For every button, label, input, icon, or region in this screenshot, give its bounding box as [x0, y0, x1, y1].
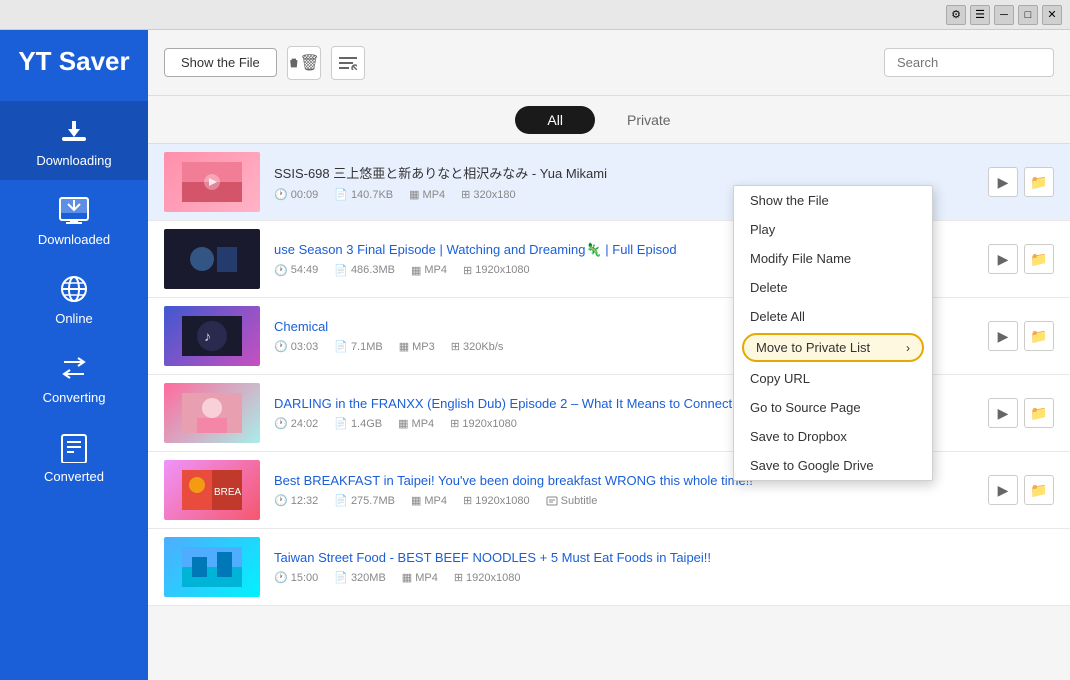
format-6: ▦ MP4 [402, 571, 438, 584]
folder-btn-2[interactable]: 📁 [1024, 244, 1054, 274]
duration-3: 🕐 03:03 [274, 340, 318, 353]
delete-button[interactable]: 🗑 [287, 46, 321, 80]
app-title: YT Saver [18, 46, 129, 77]
format-3: ▦ MP3 [399, 340, 435, 353]
size-4: 📄 1.4GB [334, 417, 382, 430]
svg-text:♪: ♪ [204, 328, 211, 344]
format-2: ▦ MP4 [411, 264, 447, 277]
close-btn[interactable]: ✕ [1042, 5, 1062, 25]
converted-label: Converted [44, 469, 104, 484]
play-btn-1[interactable]: ▶ [988, 167, 1018, 197]
downloaded-icon [56, 192, 92, 228]
downloading-label: Downloading [36, 153, 111, 168]
format-1: ▦ MP4 [409, 188, 445, 201]
context-menu: Show the File Play Modify File Name Dele… [733, 185, 933, 481]
tab-all[interactable]: All [515, 106, 595, 134]
duration-1: 🕐 00:09 [274, 188, 318, 201]
size-3: 📄 7.1MB [334, 340, 383, 353]
thumbnail-3: ♪ [164, 306, 260, 366]
title-bar: ⚙ ☰ ─ □ ✕ [0, 0, 1070, 30]
folder-btn-4[interactable]: 📁 [1024, 398, 1054, 428]
ctx-show-file[interactable]: Show the File [734, 186, 932, 215]
play-btn-5[interactable]: ▶ [988, 475, 1018, 505]
sidebar-item-downloading[interactable]: Downloading [0, 101, 148, 180]
resolution-1: ⊞ 320x180 [461, 188, 515, 201]
toggle-button[interactable] [331, 46, 365, 80]
file-actions-1: ▶ 📁 [988, 167, 1054, 197]
main-area: Show the File 🗑 All Private [148, 30, 1070, 680]
sidebar-item-converted[interactable]: Converted [0, 417, 148, 496]
search-input[interactable] [884, 48, 1054, 77]
play-btn-4[interactable]: ▶ [988, 398, 1018, 428]
downloaded-label: Downloaded [38, 232, 110, 247]
thumbnail-6 [164, 537, 260, 597]
resolution-5: ⊞ 1920x1080 [463, 494, 530, 507]
thumbnail-2 [164, 229, 260, 289]
size-2: 📄 486.3MB [334, 264, 395, 277]
ctx-copy-url[interactable]: Copy URL [734, 364, 932, 393]
downloading-icon [56, 113, 92, 149]
play-btn-2[interactable]: ▶ [988, 244, 1018, 274]
converted-icon [56, 429, 92, 465]
play-btn-3[interactable]: ▶ [988, 321, 1018, 351]
thumbnail-4 [164, 383, 260, 443]
online-icon [56, 271, 92, 307]
folder-btn-1[interactable]: 📁 [1024, 167, 1054, 197]
sidebar-item-converting[interactable]: Converting [0, 338, 148, 417]
duration-4: 🕐 24:02 [274, 417, 318, 430]
file-actions-3: ▶ 📁 [988, 321, 1054, 351]
file-actions-2: ▶ 📁 [988, 244, 1054, 274]
ctx-goto-source[interactable]: Go to Source Page [734, 393, 932, 422]
file-meta-6: 🕐 15:00 📄 320MB ▦ MP4 ⊞ 1920x1080 [274, 571, 1054, 584]
converting-icon [56, 350, 92, 386]
format-5: ▦ MP4 [411, 494, 447, 507]
resolution-3: ⊞ 320Kb/s [451, 340, 504, 353]
duration-5: 🕐 12:32 [274, 494, 318, 507]
ctx-delete[interactable]: Delete [734, 273, 932, 302]
svg-text:BREAK: BREAK [214, 487, 242, 498]
ctx-delete-all[interactable]: Delete All [734, 302, 932, 331]
menu-btn[interactable]: ☰ [970, 5, 990, 25]
tab-private[interactable]: Private [595, 106, 703, 134]
size-6: 📄 320MB [334, 571, 386, 584]
tab-bar: All Private [148, 96, 1070, 144]
file-title-1: SSIS-698 三上悠亜と新ありなと相沢みなみ - Yua Mikami [274, 163, 988, 182]
format-4: ▦ MP4 [398, 417, 434, 430]
ctx-move-private[interactable]: Move to Private List › [742, 333, 924, 362]
duration-6: 🕐 15:00 [274, 571, 318, 584]
file-info-6: Taiwan Street Food - BEST BEEF NOODLES +… [274, 550, 1054, 584]
converting-label: Converting [43, 390, 106, 405]
ctx-save-gdrive[interactable]: Save to Google Drive [734, 451, 932, 480]
settings-btn[interactable]: ⚙ [946, 5, 966, 25]
file-actions-5: ▶ 📁 [988, 475, 1054, 505]
ctx-modify-name[interactable]: Modify File Name [734, 244, 932, 273]
sidebar-item-online[interactable]: Online [0, 259, 148, 338]
duration-2: 🕐 54:49 [274, 264, 318, 277]
resolution-2: ⊞ 1920x1080 [463, 264, 530, 277]
thumbnail-1 [164, 152, 260, 212]
resolution-6: ⊞ 1920x1080 [454, 571, 521, 584]
folder-btn-3[interactable]: 📁 [1024, 321, 1054, 351]
minimize-btn[interactable]: ─ [994, 5, 1014, 25]
toolbar: Show the File 🗑 [148, 30, 1070, 96]
file-meta-5: 🕐 12:32 📄 275.7MB ▦ MP4 ⊞ 1920x1080 Subt… [274, 494, 988, 507]
resolution-4: ⊞ 1920x1080 [450, 417, 517, 430]
size-1: 📄 140.7KB [334, 188, 393, 201]
file-title-6: Taiwan Street Food - BEST BEEF NOODLES +… [274, 550, 1054, 565]
folder-btn-5[interactable]: 📁 [1024, 475, 1054, 505]
ctx-save-dropbox[interactable]: Save to Dropbox [734, 422, 932, 451]
ctx-play[interactable]: Play [734, 215, 932, 244]
maximize-btn[interactable]: □ [1018, 5, 1038, 25]
thumbnail-5: BREAK [164, 460, 260, 520]
show-file-button[interactable]: Show the File [164, 48, 277, 77]
size-5: 📄 275.7MB [334, 494, 395, 507]
sidebar: YT Saver Downloading Downloaded [0, 30, 148, 680]
online-label: Online [55, 311, 93, 326]
subtitle-badge-5: Subtitle [546, 494, 598, 507]
file-actions-4: ▶ 📁 [988, 398, 1054, 428]
sidebar-item-downloaded[interactable]: Downloaded [0, 180, 148, 259]
file-item-6: Taiwan Street Food - BEST BEEF NOODLES +… [148, 529, 1070, 606]
